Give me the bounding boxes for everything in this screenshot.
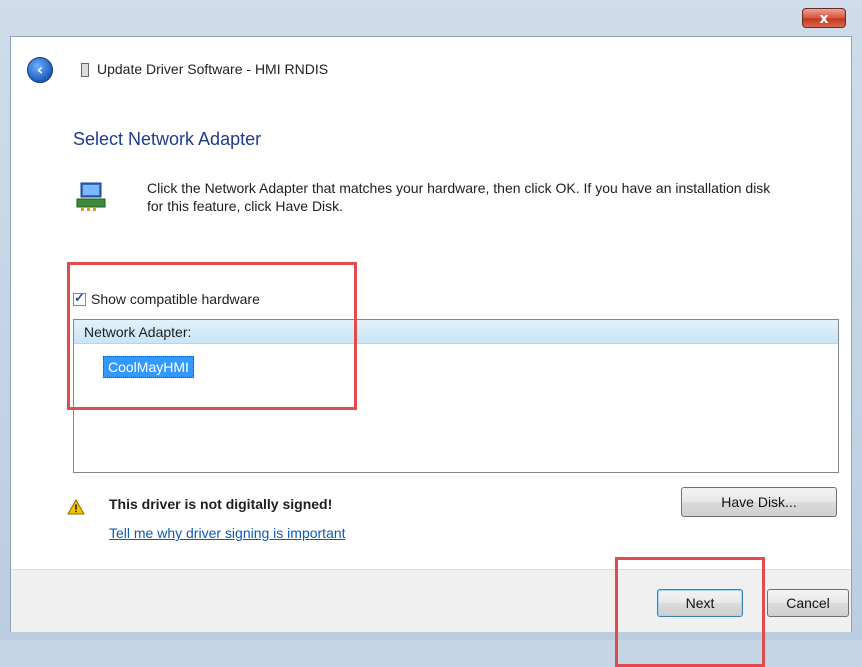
warning-text: This driver is not digitally signed! [109, 496, 333, 512]
instructions-text: Click the Network Adapter that matches y… [147, 180, 771, 214]
close-button[interactable]: x [802, 8, 846, 28]
back-arrow-icon[interactable]: ‹ [27, 57, 53, 83]
annotation-box-adapter [67, 262, 357, 410]
window-title: Update Driver Software - HMI RNDIS [97, 61, 329, 77]
dialog-header: ‹ Update Driver Software - HMI RNDIS [11, 37, 851, 87]
warning-icon [67, 499, 85, 515]
annotation-box-next [615, 557, 765, 667]
have-disk-button[interactable]: Have Disk... [681, 487, 837, 517]
page-title: Select Network Adapter [73, 129, 262, 149]
device-icon [81, 63, 89, 77]
driver-signing-link[interactable]: Tell me why driver signing is important [109, 525, 346, 541]
cancel-button[interactable]: Cancel [767, 589, 849, 617]
network-adapter-icon [76, 182, 106, 211]
window-frame: x ‹ Update Driver Software - HMI RNDIS S… [0, 0, 862, 667]
dialog-client-area: ‹ Update Driver Software - HMI RNDIS Sel… [10, 36, 852, 667]
